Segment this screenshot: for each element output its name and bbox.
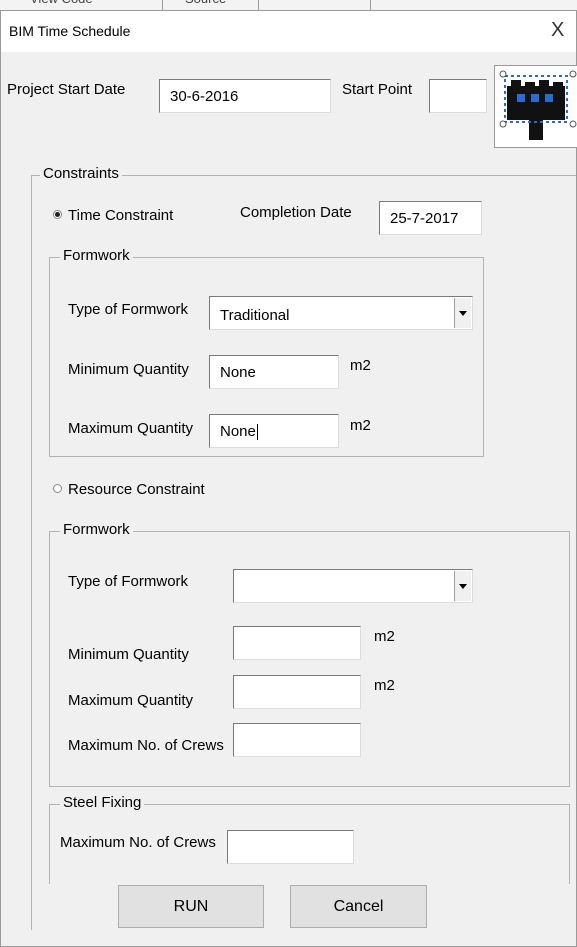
start-point-image[interactable] (494, 65, 577, 148)
resource-formwork-type-select[interactable] (233, 569, 473, 603)
strip-divider (258, 0, 259, 10)
start-point-field[interactable] (429, 79, 487, 113)
dropdown-arrow-button[interactable] (454, 298, 471, 328)
strip-divider (162, 0, 163, 10)
cancel-button[interactable]: Cancel (290, 885, 427, 928)
text-caret (256, 424, 258, 441)
resource-min-quantity-unit: m2 (374, 628, 395, 645)
dialog-title: BIM Time Schedule (9, 23, 131, 39)
time-max-quantity-field[interactable]: None (209, 414, 339, 448)
run-button[interactable]: RUN (118, 885, 264, 928)
resource-max-quantity-field[interactable] (233, 675, 361, 709)
resource-min-quantity-label: Minimum Quantity (68, 646, 189, 663)
resource-max-crews-label: Maximum No. of Crews (68, 737, 224, 754)
resource-formwork-type-label: Type of Formwork (68, 573, 189, 590)
chevron-down-icon (459, 311, 467, 316)
time-formwork-type-value: Traditional (220, 307, 290, 324)
time-formwork-type-select[interactable]: Traditional (209, 296, 473, 330)
start-point-label: Start Point (342, 81, 413, 98)
resource-formwork-caption: Formwork (60, 521, 133, 538)
view-code-fragment: View Code (30, 0, 93, 9)
steel-max-crews-label: Maximum No. of Crews (60, 834, 216, 851)
time-max-quantity-unit: m2 (350, 417, 371, 434)
time-formwork-type-label: Type of Formwork (68, 301, 189, 318)
time-formwork-caption: Formwork (60, 247, 133, 264)
project-picture-icon (499, 70, 577, 140)
completion-date-field[interactable]: 25-7-2017 (379, 201, 482, 235)
resource-max-crews-field[interactable] (233, 723, 361, 757)
chevron-down-icon (459, 584, 467, 589)
resource-constraint-label: Resource Constraint (68, 481, 205, 498)
dropdown-arrow-button[interactable] (454, 571, 471, 601)
close-button[interactable]: X (551, 19, 564, 42)
resource-min-quantity-field[interactable] (233, 626, 361, 660)
time-min-quantity-unit: m2 (350, 357, 371, 374)
steel-max-crews-field[interactable] (227, 830, 354, 864)
time-constraint-radio[interactable] (53, 210, 62, 219)
completion-date-label: Completion Date (240, 204, 352, 221)
title-bar: BIM Time Schedule X (1, 11, 576, 52)
strip-divider (370, 0, 371, 10)
bim-time-schedule-dialog: BIM Time Schedule X Project Start Date 3… (0, 10, 577, 947)
time-max-quantity-label: Maximum Quantity (68, 420, 194, 437)
project-start-date-field[interactable]: 30-6-2016 (159, 79, 331, 113)
time-min-quantity-label: Minimum Quantity (68, 361, 189, 378)
time-constraint-label: Time Constraint (68, 207, 174, 224)
constraints-caption: Constraints (40, 165, 122, 182)
resource-max-quantity-label: Maximum Quantity (68, 692, 194, 709)
resource-constraint-radio[interactable] (53, 484, 62, 493)
project-start-date-label: Project Start Date (7, 81, 126, 98)
time-min-quantity-field[interactable]: None (209, 355, 339, 389)
resource-max-quantity-unit: m2 (374, 677, 395, 694)
source-fragment: Source (185, 0, 226, 9)
time-max-quantity-value: None (220, 423, 256, 440)
steel-fixing-caption: Steel Fixing (60, 794, 145, 811)
